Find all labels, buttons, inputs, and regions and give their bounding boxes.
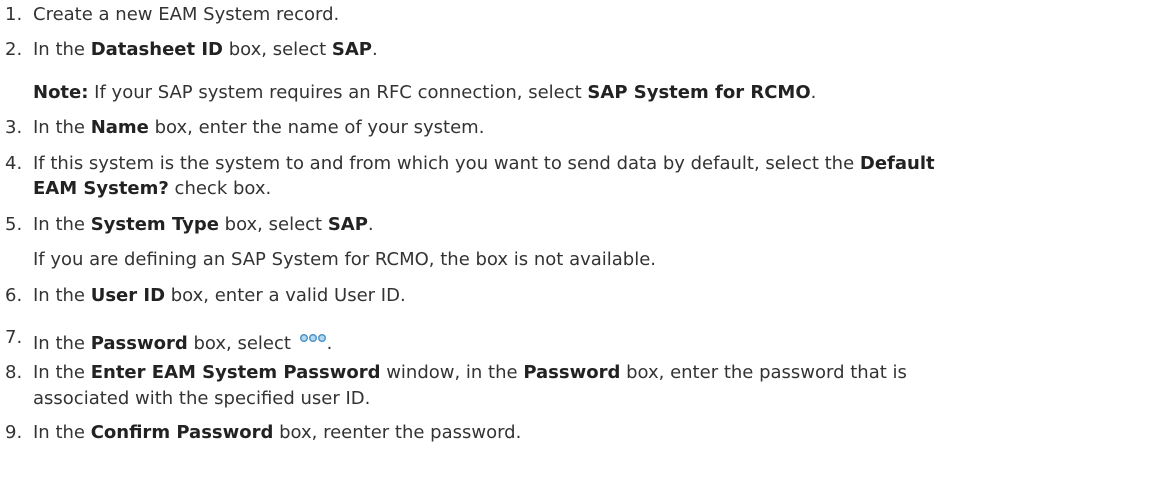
note-label: Note: <box>33 82 89 103</box>
ui-term: Name <box>90 117 149 138</box>
ui-term: Default <box>859 153 935 174</box>
step-text: Create a new EAM System record. <box>33 4 340 25</box>
step-text: In the Confirm Password box, reenter the… <box>33 422 522 443</box>
ui-term: Datasheet ID <box>90 39 223 60</box>
ui-term: Confirm Password <box>90 422 274 443</box>
step-info: If you are defining an SAP System for RC… <box>33 249 657 270</box>
step-number: 3. <box>5 117 23 138</box>
step-number: 6. <box>5 285 23 306</box>
step-note: Note: If your SAP system requires an RFC… <box>33 82 817 103</box>
ui-term: SAP <box>327 214 368 235</box>
ui-term: EAM System? <box>33 178 169 199</box>
step-number: 8. <box>5 362 23 383</box>
step-text-continued: EAM System? check box. <box>33 178 272 199</box>
step-text: In the User ID box, enter a valid User I… <box>33 285 406 306</box>
step-number: 7. <box>5 327 23 348</box>
ui-term: User ID <box>90 285 166 306</box>
ui-term: Enter EAM System Password <box>90 362 381 383</box>
ui-term: SAP <box>331 39 372 60</box>
step-number: 9. <box>5 422 23 443</box>
step-text: In the Datasheet ID box, select SAP. <box>33 39 378 60</box>
step-text: In the System Type box, select SAP. <box>33 214 374 235</box>
ui-term: SAP System for RCMO <box>587 82 811 103</box>
step-text: In the Password box, select . <box>33 323 1143 359</box>
step-number: 2. <box>5 39 23 60</box>
step-number: 5. <box>5 214 23 235</box>
ui-term: System Type <box>90 214 219 235</box>
ellipsis-button-icon <box>299 323 327 342</box>
step-number: 1. <box>5 4 23 25</box>
step-text-continued: associated with the specified user ID. <box>33 388 371 409</box>
step-number: 4. <box>5 153 23 174</box>
ui-term: Password <box>523 362 621 383</box>
step-text: In the Name box, enter the name of your … <box>33 117 485 138</box>
ui-term: Password <box>90 333 188 354</box>
